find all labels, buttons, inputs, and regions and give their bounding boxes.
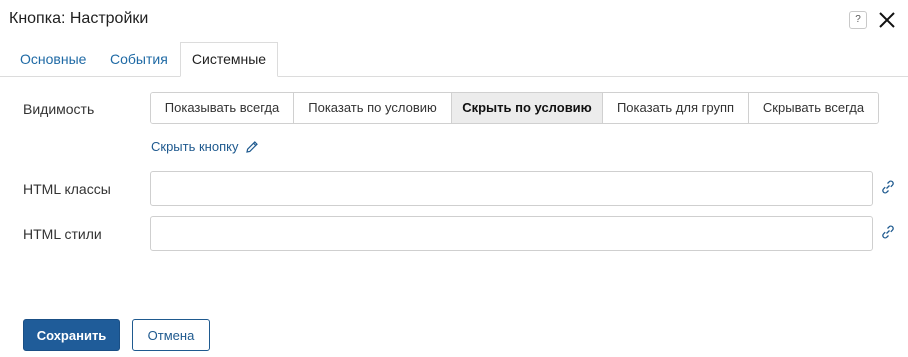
html-classes-input[interactable]	[150, 171, 873, 206]
save-button[interactable]: Сохранить	[23, 319, 120, 351]
visibility-segmented-control: Показывать всегда Показать по условию Ск…	[150, 92, 879, 124]
pencil-icon	[246, 140, 259, 153]
cancel-button[interactable]: Отмена	[132, 319, 210, 351]
tab-events[interactable]: События	[110, 42, 168, 77]
html-classes-label: HTML классы	[23, 181, 111, 197]
visibility-option-show-for-groups[interactable]: Показать для групп	[603, 93, 749, 123]
visibility-option-hide-by-condition[interactable]: Скрыть по условию	[452, 93, 603, 123]
visibility-option-always-hide[interactable]: Скрывать всегда	[749, 93, 878, 123]
link-icon[interactable]	[880, 224, 896, 240]
hide-button-link-label: Скрыть кнопку	[151, 139, 239, 154]
html-styles-label: HTML стили	[23, 226, 102, 242]
hide-button-condition-link[interactable]: Скрыть кнопку	[151, 139, 259, 154]
dialog-header: Кнопка: Настройки ?	[0, 0, 908, 42]
visibility-option-always-show[interactable]: Показывать всегда	[151, 93, 294, 123]
dialog-title: Кнопка: Настройки	[9, 10, 149, 27]
close-icon	[879, 12, 895, 28]
visibility-option-show-by-condition[interactable]: Показать по условию	[294, 93, 452, 123]
visibility-label: Видимость	[23, 101, 95, 117]
help-icon: ?	[855, 14, 861, 25]
tab-general[interactable]: Основные	[20, 42, 86, 77]
html-styles-input[interactable]	[150, 216, 873, 251]
tab-system[interactable]: Системные	[180, 42, 278, 77]
help-button[interactable]: ?	[849, 11, 867, 29]
close-button[interactable]	[877, 10, 897, 30]
link-icon[interactable]	[880, 179, 896, 195]
